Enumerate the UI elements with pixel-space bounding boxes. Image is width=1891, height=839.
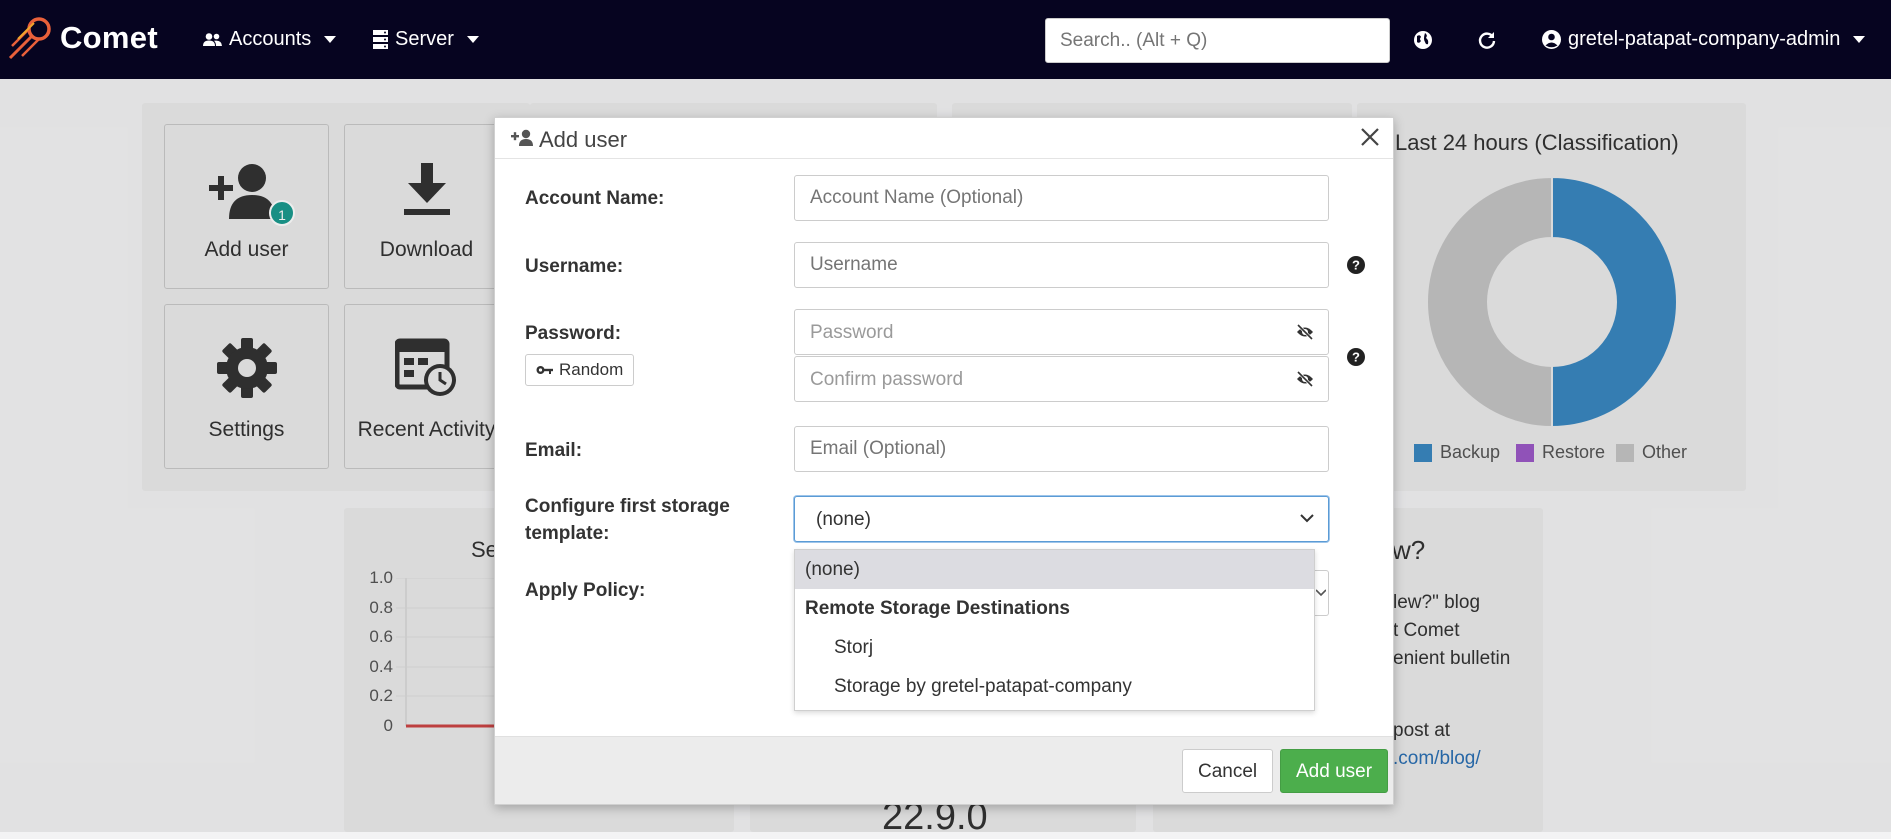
server-label: Server (395, 28, 454, 50)
storage-template-label: template: (525, 523, 610, 544)
modal-footer: Cancel Add user (495, 736, 1393, 804)
accounts-menu[interactable]: Accounts (203, 28, 337, 51)
confirm-password-field[interactable]: Confirm password (794, 356, 1329, 402)
add-user-icon (511, 129, 533, 146)
username-label: Username: (525, 256, 624, 277)
modal-title: Add user (539, 127, 628, 152)
chevron-down-icon (324, 36, 337, 43)
help-icon[interactable]: ? (1347, 256, 1365, 274)
close-icon[interactable] (1359, 126, 1381, 148)
add-user-button[interactable]: Add user (1280, 749, 1389, 793)
accounts-label: Accounts (229, 28, 312, 50)
random-label: Random (559, 360, 624, 379)
password-placeholder: Password (810, 322, 894, 343)
search-input[interactable] (1045, 18, 1390, 63)
password-field[interactable]: Password (794, 309, 1329, 355)
globe-icon[interactable] (1413, 30, 1433, 50)
key-icon (536, 366, 553, 374)
cancel-button[interactable]: Cancel (1182, 749, 1274, 793)
chevron-down-icon (466, 36, 479, 43)
help-icon[interactable]: ? (1347, 348, 1365, 366)
chevron-down-icon (1300, 514, 1314, 523)
account-name-label: Account Name: (525, 188, 665, 209)
password-label: Password: (525, 323, 622, 344)
user-circle-icon (1542, 30, 1561, 49)
option-storage-by-company[interactable]: Storage by gretel-patapat-company (795, 667, 1314, 706)
random-password-button[interactable]: Random (525, 354, 635, 386)
brand-name: Comet (60, 20, 158, 55)
storage-template-select[interactable]: (none) (794, 496, 1329, 542)
server-icon (373, 30, 388, 49)
username-input[interactable] (794, 242, 1329, 288)
svg-text:?: ? (1352, 350, 1360, 365)
user-label: gretel-patapat-company-admin (1568, 28, 1841, 50)
option-none[interactable]: (none) (795, 550, 1314, 589)
confirm-password-placeholder: Confirm password (810, 369, 964, 390)
email-label: Email: (525, 440, 583, 461)
apply-policy-select[interactable] (1315, 570, 1329, 616)
server-menu[interactable]: Server (373, 28, 479, 51)
comet-logo-icon (8, 17, 51, 60)
eye-slash-icon[interactable] (1296, 324, 1314, 340)
account-name-input[interactable] (794, 175, 1329, 221)
brand-logo[interactable]: Comet (6, 14, 158, 62)
eye-slash-icon[interactable] (1296, 371, 1314, 387)
email-input[interactable] (794, 426, 1329, 472)
option-storj[interactable]: Storj (795, 628, 1314, 667)
storage-template-label: Configure first storage (525, 496, 730, 517)
apply-policy-label: Apply Policy: (525, 580, 646, 601)
users-icon (203, 32, 222, 46)
top-navbar: Comet Accounts Server gretel-patapat-com… (0, 0, 1891, 79)
selected-value: (none) (816, 509, 871, 530)
chevron-down-icon (1853, 36, 1866, 43)
refresh-icon[interactable] (1477, 30, 1497, 50)
svg-text:?: ? (1352, 258, 1360, 273)
modal-header: Add user (495, 118, 1393, 159)
chevron-down-icon (1316, 589, 1326, 597)
user-menu[interactable]: gretel-patapat-company-admin (1542, 28, 1866, 51)
option-group-remote-storage: Remote Storage Destinations (805, 598, 1070, 619)
add-user-modal: Add user Account Name: Username: ? Passw… (494, 117, 1394, 805)
storage-template-dropdown: (none) Remote Storage Destinations Storj… (794, 549, 1315, 711)
